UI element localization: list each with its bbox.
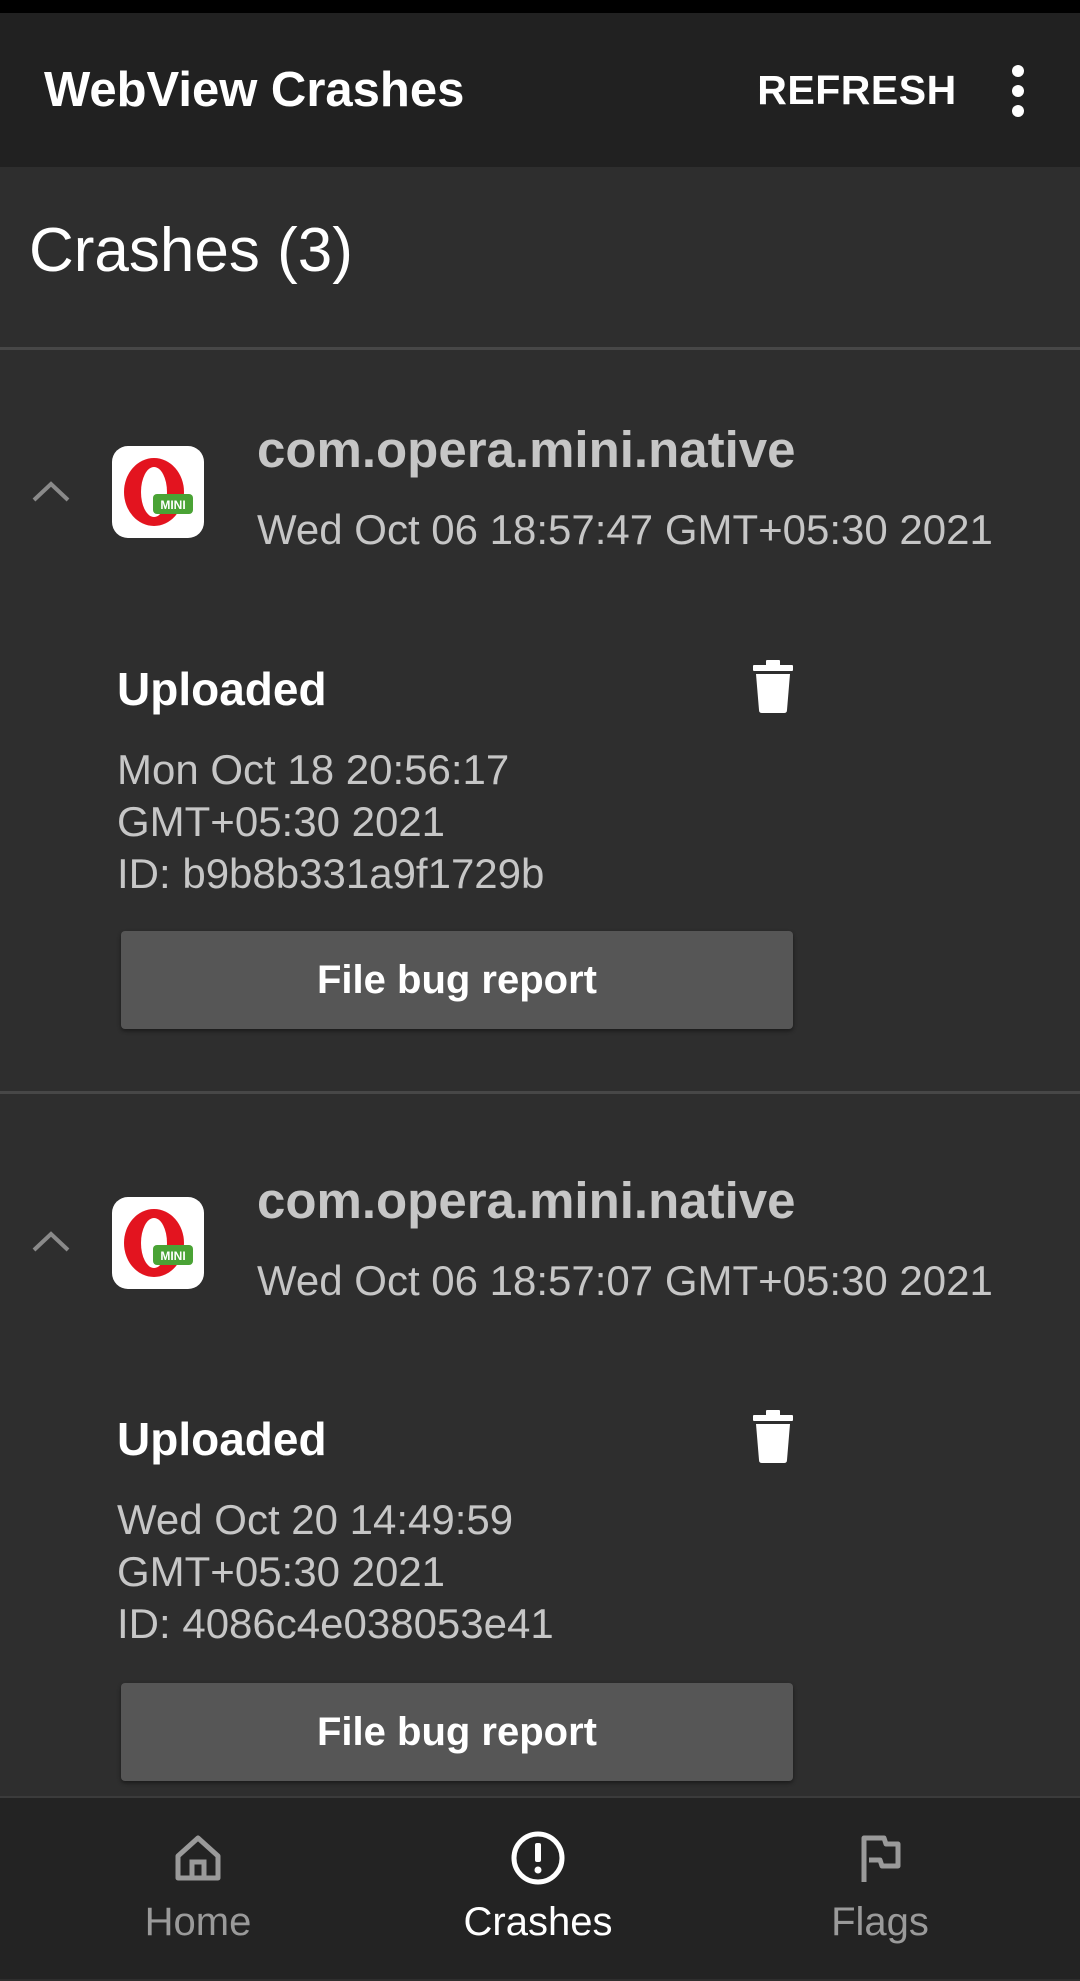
delete-icon[interactable] xyxy=(740,653,806,719)
crash-id: ID: b9b8b331a9f1729b xyxy=(117,850,545,897)
bottom-navigation: Home Crashes Flags xyxy=(0,1796,1080,1979)
alert-circle-icon xyxy=(511,1831,565,1885)
file-bug-report-button[interactable]: File bug report xyxy=(121,931,793,1029)
chevron-up-icon[interactable] xyxy=(28,472,74,512)
upload-timezone: GMT+05:30 2021 xyxy=(117,798,446,845)
crash-item: MINI com.opera.mini.native Wed Oct 06 18… xyxy=(0,350,1080,1090)
crash-time: Wed Oct 06 18:57:47 GMT+05:30 2021 xyxy=(257,506,993,553)
crash-item: MINI com.opera.mini.native Wed Oct 06 18… xyxy=(0,1094,1080,1796)
app-title: WebView Crashes xyxy=(44,63,465,117)
nav-label-home: Home xyxy=(144,1900,252,1944)
chevron-up-icon[interactable] xyxy=(28,1222,74,1262)
section-header: Crashes (3) xyxy=(0,167,1080,349)
delete-icon[interactable] xyxy=(740,1403,806,1469)
nav-label-flags: Flags xyxy=(831,1900,929,1944)
upload-status: Uploaded xyxy=(117,1413,327,1465)
crash-id: ID: 4086c4e038053e41 xyxy=(117,1600,554,1647)
nav-item-flags[interactable]: Flags xyxy=(700,1798,1060,1981)
status-bar xyxy=(0,0,1080,13)
nav-item-crashes[interactable]: Crashes xyxy=(358,1798,718,1981)
home-icon xyxy=(175,1835,221,1881)
more-vert-icon[interactable] xyxy=(990,61,1046,121)
refresh-button[interactable]: REFRESH xyxy=(748,53,966,127)
upload-status: Uploaded xyxy=(117,663,327,715)
crash-time: Wed Oct 06 18:57:07 GMT+05:30 2021 xyxy=(257,1257,993,1304)
flag-icon xyxy=(861,1835,901,1882)
svg-text:MINI: MINI xyxy=(160,1249,185,1263)
file-bug-report-button[interactable]: File bug report xyxy=(121,1683,793,1781)
svg-text:MINI: MINI xyxy=(160,498,185,512)
nav-item-home[interactable]: Home xyxy=(18,1798,378,1981)
package-name: com.opera.mini.native xyxy=(257,1172,796,1229)
upload-time: Mon Oct 18 20:56:17 xyxy=(117,746,510,793)
app-bar: WebView Crashes REFRESH xyxy=(0,13,1080,167)
package-name: com.opera.mini.native xyxy=(257,421,796,478)
nav-label-crashes: Crashes xyxy=(463,1900,613,1944)
upload-time: Wed Oct 20 14:49:59 xyxy=(117,1496,514,1543)
opera-mini-icon: MINI xyxy=(112,1197,204,1289)
crashes-count-title: Crashes (3) xyxy=(29,216,353,285)
upload-timezone: GMT+05:30 2021 xyxy=(117,1548,446,1595)
opera-mini-icon: MINI xyxy=(112,446,204,538)
